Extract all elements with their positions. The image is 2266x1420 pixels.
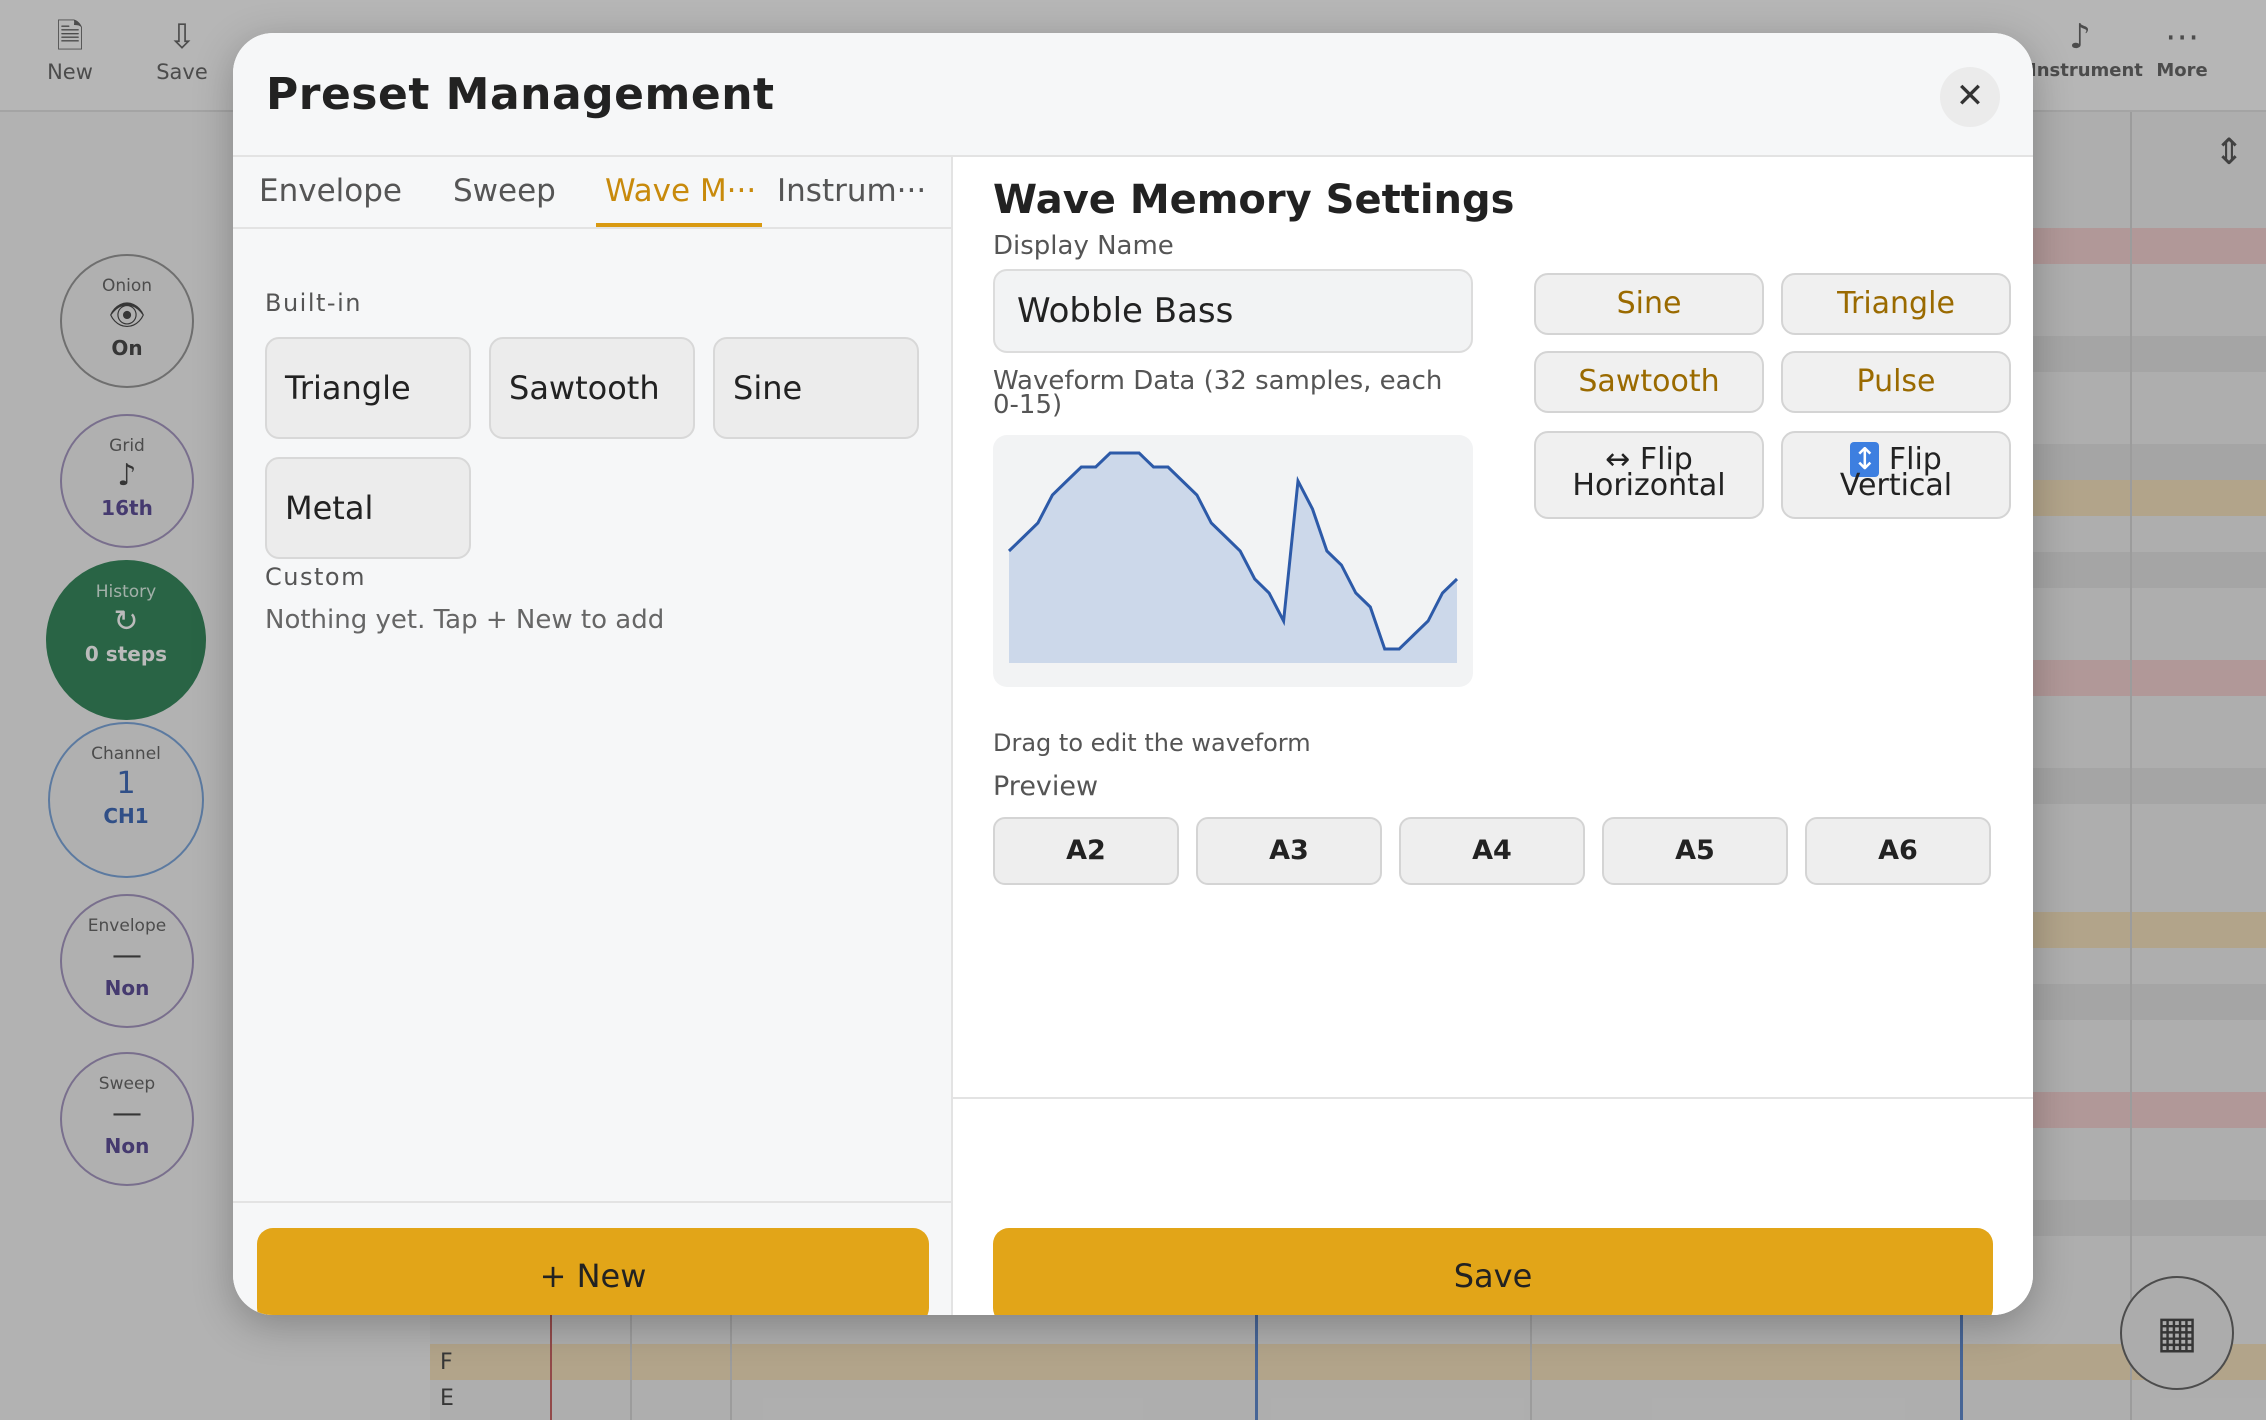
- new-preset-button[interactable]: + New: [257, 1228, 929, 1315]
- preview-a5-button[interactable]: A5: [1602, 817, 1788, 885]
- flip-horizontal-line2: Horizontal: [1572, 468, 1726, 503]
- preset-metal[interactable]: Metal: [265, 457, 471, 559]
- flip-horizontal-button[interactable]: ↔ Flip Horizontal: [1534, 431, 1764, 519]
- builtin-section-label: Built-in: [265, 289, 362, 317]
- wave-settings-pane: Wave Memory Settings Display Name Wavefo…: [953, 157, 2033, 1315]
- waveform-area: [1009, 453, 1457, 663]
- close-icon: ✕: [1955, 76, 1985, 116]
- waveform-editor[interactable]: [993, 435, 1473, 687]
- modal-header: Preset Management ✕: [233, 33, 2033, 157]
- tab-wave-memory[interactable]: Wave M···: [605, 173, 756, 209]
- preset-sawtooth[interactable]: Sawtooth: [489, 337, 695, 439]
- shape-pulse-button[interactable]: Pulse: [1781, 351, 2011, 413]
- preview-a4-button[interactable]: A4: [1399, 817, 1585, 885]
- preview-a2-button[interactable]: A2: [993, 817, 1179, 885]
- flip-vertical-line2: Vertical: [1839, 468, 1953, 503]
- modal-title: Preset Management: [266, 69, 775, 120]
- waveform-data-label: Waveform Data (32 samples, each 0-15): [993, 366, 1443, 420]
- save-preset-button[interactable]: Save: [993, 1228, 1993, 1315]
- right-footer-divider: [953, 1097, 2033, 1099]
- display-name-input[interactable]: [993, 269, 1473, 353]
- active-tab-indicator: [596, 223, 762, 227]
- preset-list-pane: Envelope Sweep Wave M··· Instrum··· Buil…: [233, 157, 953, 1315]
- preset-sine[interactable]: Sine: [713, 337, 919, 439]
- preview-a3-button[interactable]: A3: [1196, 817, 1382, 885]
- shape-sine-button[interactable]: Sine: [1534, 273, 1764, 335]
- settings-title: Wave Memory Settings: [993, 177, 1515, 223]
- custom-section-label: Custom: [265, 563, 366, 591]
- custom-empty-text: Nothing yet. Tap + New to add: [265, 605, 665, 635]
- display-name-label: Display Name: [993, 231, 1174, 261]
- preset-management-modal: Preset Management ✕ Envelope Sweep Wave …: [233, 33, 2033, 1315]
- preset-triangle[interactable]: Triangle: [265, 337, 471, 439]
- left-footer-divider: [233, 1201, 951, 1203]
- tab-instrument[interactable]: Instrum···: [777, 173, 926, 209]
- shape-triangle-button[interactable]: Triangle: [1781, 273, 2011, 335]
- waveform-chart[interactable]: [993, 435, 1473, 687]
- tab-sweep[interactable]: Sweep: [453, 173, 556, 209]
- drag-hint: Drag to edit the waveform: [993, 729, 1311, 757]
- flip-vertical-button[interactable]: ↕ Flip Vertical: [1781, 431, 2011, 519]
- close-button[interactable]: ✕: [1940, 67, 2000, 127]
- preview-label: Preview: [993, 771, 1099, 802]
- preview-a6-button[interactable]: A6: [1805, 817, 1991, 885]
- shape-sawtooth-button[interactable]: Sawtooth: [1534, 351, 1764, 413]
- preset-tabs: Envelope Sweep Wave M··· Instrum···: [233, 157, 953, 229]
- tab-envelope[interactable]: Envelope: [259, 173, 402, 209]
